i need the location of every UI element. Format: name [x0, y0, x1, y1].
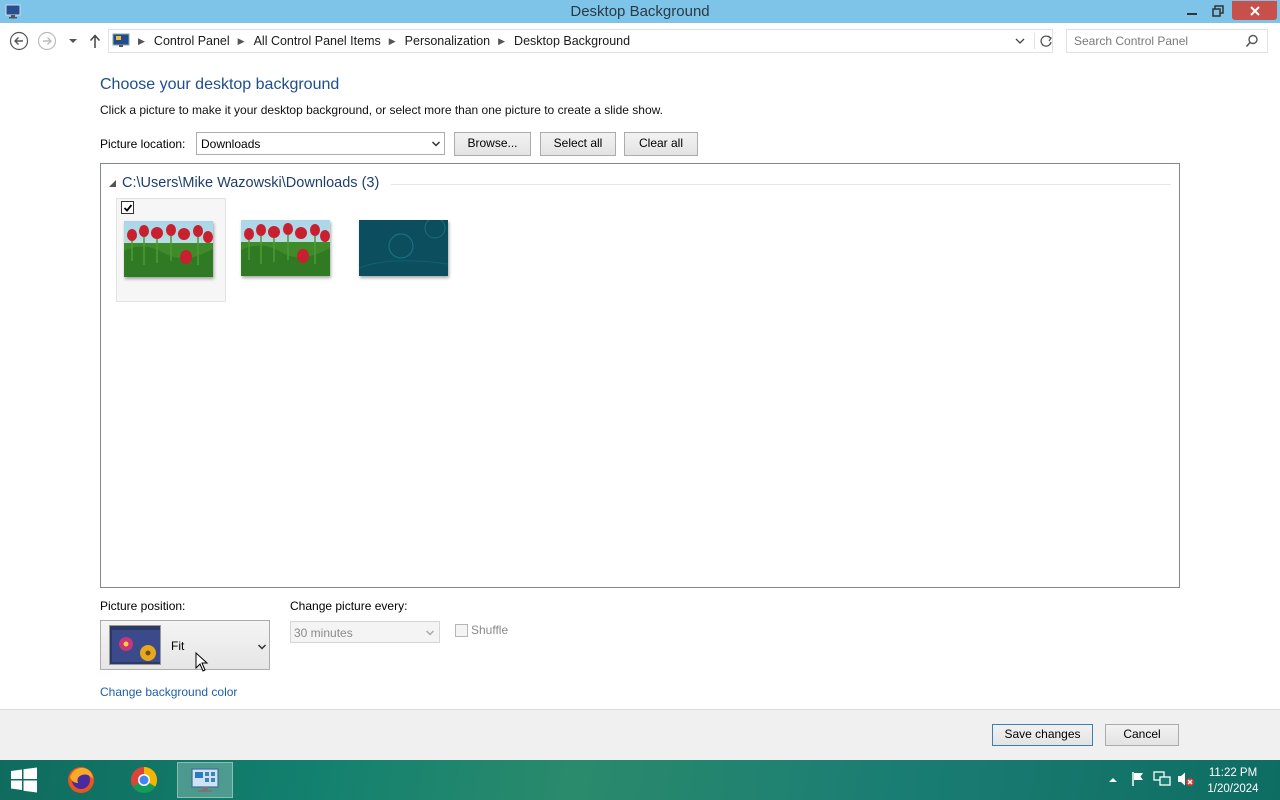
clock-time: 11:22 PM: [1208, 767, 1258, 779]
taskbar-chrome[interactable]: [116, 762, 172, 798]
picture-thumbnail[interactable]: [116, 198, 226, 302]
search-icon[interactable]: [1245, 34, 1259, 48]
tulips-image: [241, 220, 330, 276]
picture-thumbnail[interactable]: [234, 198, 344, 302]
chrome-icon: [130, 766, 158, 794]
taskbar: 11:22 PM 1/20/2024: [0, 760, 1280, 800]
picture-location-dropdown[interactable]: Downloads: [196, 132, 445, 155]
address-bar[interactable]: ▶ Control Panel ▶ All Control Panel Item…: [108, 29, 1053, 53]
collapse-triangle-icon[interactable]: [109, 179, 116, 187]
minimize-icon: [1187, 12, 1197, 15]
page-description: Click a picture to make it your desktop …: [100, 103, 663, 117]
breadcrumb-all-items[interactable]: All Control Panel Items: [254, 34, 381, 48]
close-button[interactable]: [1232, 1, 1277, 20]
start-button[interactable]: [8, 766, 40, 794]
change-background-color-link[interactable]: Change background color: [100, 685, 237, 699]
network-icon[interactable]: [1153, 771, 1171, 787]
up-arrow-icon: [89, 34, 101, 48]
dialog-footer: Save changes Cancel: [0, 709, 1280, 760]
refresh-icon[interactable]: [1034, 33, 1052, 49]
show-hidden-icons-icon[interactable]: [1108, 776, 1118, 784]
teal-abstract-image: [359, 220, 448, 276]
select-all-button[interactable]: Select all: [540, 132, 616, 156]
shuffle-checkbox-box[interactable]: [455, 623, 468, 637]
breadcrumb-separator-icon[interactable]: ▶: [389, 36, 396, 47]
change-picture-value: 30 minutes: [294, 626, 353, 640]
breadcrumb-desktop-background[interactable]: Desktop Background: [514, 34, 630, 48]
breadcrumb-separator-icon[interactable]: ▶: [498, 36, 505, 47]
restore-button[interactable]: [1206, 1, 1230, 20]
change-picture-label: Change picture every:: [290, 599, 408, 613]
taskbar-firefox[interactable]: [53, 762, 109, 798]
firefox-icon: [68, 767, 94, 793]
shuffle-label: Shuffle: [471, 623, 509, 637]
group-divider: [391, 184, 1171, 185]
windows-logo-icon: [11, 767, 37, 793]
forward-button[interactable]: [37, 31, 57, 51]
search-box[interactable]: [1066, 29, 1268, 53]
picture-location-value: Downloads: [201, 137, 261, 151]
chevron-down-icon: [431, 141, 441, 147]
shuffle-checkbox[interactable]: Shuffle: [455, 623, 508, 637]
title-bar: Desktop Background: [0, 0, 1280, 23]
system-clock[interactable]: 11:22 PM 1/20/2024: [1200, 765, 1266, 797]
position-preview-image: [109, 625, 161, 665]
picture-position-label: Picture position:: [100, 599, 186, 613]
close-icon: [1249, 5, 1260, 16]
breadcrumb-control-panel[interactable]: Control Panel: [154, 34, 230, 48]
forward-arrow-icon: [37, 31, 57, 51]
folder-group-header[interactable]: C:\Users\Mike Wazowski\Downloads (3): [109, 175, 379, 191]
clear-all-button[interactable]: Clear all: [624, 132, 698, 156]
change-picture-interval-dropdown[interactable]: 30 minutes: [290, 621, 440, 643]
breadcrumb-separator-icon[interactable]: ▶: [238, 36, 245, 47]
control-panel-icon: [191, 768, 219, 792]
action-center-flag-icon[interactable]: [1130, 771, 1146, 787]
breadcrumb-personalization[interactable]: Personalization: [405, 34, 490, 48]
folder-path: C:\Users\Mike Wazowski\Downloads (3): [122, 175, 380, 191]
picture-gallery[interactable]: C:\Users\Mike Wazowski\Downloads (3): [100, 163, 1180, 588]
chevron-down-icon: [257, 644, 267, 650]
browse-button[interactable]: Browse...: [454, 132, 531, 156]
chevron-down-icon: [69, 39, 77, 43]
tulips-image: [124, 221, 213, 277]
page-title: Choose your desktop background: [100, 76, 340, 93]
back-arrow-icon: [9, 31, 29, 51]
mouse-cursor-icon: [195, 652, 209, 672]
breadcrumb-separator-icon: ▶: [138, 35, 145, 46]
clock-date: 1/20/2024: [1207, 783, 1259, 795]
minimize-button[interactable]: [1180, 1, 1204, 20]
thumbnail-checkbox[interactable]: [121, 201, 134, 214]
save-changes-button[interactable]: Save changes: [992, 724, 1093, 746]
picture-position-dropdown[interactable]: Fit: [100, 620, 270, 670]
up-button[interactable]: [85, 31, 105, 51]
cancel-button[interactable]: Cancel: [1105, 724, 1179, 746]
taskbar-control-panel[interactable]: [177, 762, 233, 798]
chevron-down-icon: [425, 630, 435, 636]
window-title: Desktop Background: [570, 3, 710, 20]
picture-thumbnail[interactable]: [352, 198, 462, 302]
picture-position-value: Fit: [171, 639, 185, 653]
checkmark-icon: [123, 203, 132, 212]
recent-locations-button[interactable]: [63, 31, 83, 51]
back-button[interactable]: [9, 31, 29, 51]
chevron-down-icon[interactable]: [1015, 34, 1025, 48]
picture-location-label: Picture location:: [100, 137, 186, 151]
search-input[interactable]: [1074, 31, 1244, 51]
control-panel-icon: [112, 33, 130, 47]
navigation-bar: ▶ Control Panel ▶ All Control Panel Item…: [0, 23, 1280, 59]
restore-icon: [1212, 4, 1224, 17]
volume-muted-icon[interactable]: [1177, 771, 1195, 787]
